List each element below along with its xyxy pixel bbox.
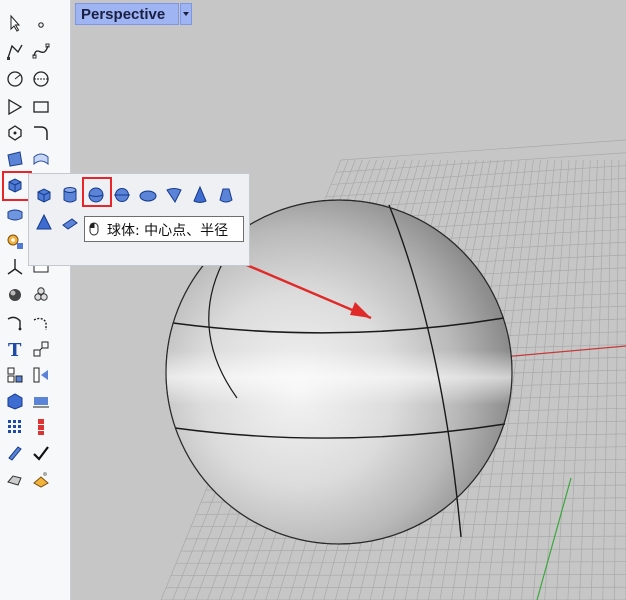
boolean-icon[interactable] — [4, 256, 26, 278]
sphere-two-point-icon[interactable] — [111, 184, 133, 206]
render-icon[interactable] — [30, 364, 52, 386]
check-icon[interactable] — [30, 442, 52, 464]
polygon-icon[interactable] — [4, 122, 26, 144]
ellipse-icon[interactable] — [30, 68, 52, 90]
truncated-cone-icon[interactable] — [215, 184, 237, 206]
display-icon[interactable] — [30, 416, 52, 438]
rectangle-icon[interactable] — [30, 96, 52, 118]
text-icon[interactable] — [4, 312, 26, 334]
cone-icon[interactable] — [189, 184, 211, 206]
viewport-scene — [98, 139, 626, 600]
box-icon[interactable] — [33, 184, 55, 206]
chevron-down-icon — [183, 12, 189, 16]
paint-icon[interactable] — [30, 468, 52, 490]
grid-line — [340, 139, 626, 161]
paraboloid-icon[interactable] — [163, 184, 185, 206]
svg-text:T: T — [8, 340, 22, 359]
tab-dropdown-button[interactable] — [180, 3, 192, 25]
analyze-icon[interactable] — [4, 416, 26, 438]
material-icon[interactable] — [4, 442, 26, 464]
command-tooltip: 球体: 中心点、半径 — [84, 216, 244, 242]
grid-line — [614, 159, 620, 600]
fillet-curve-icon[interactable] — [30, 122, 52, 144]
polyline-icon[interactable] — [4, 40, 26, 62]
curve-from-objects-icon[interactable] — [4, 284, 26, 306]
curve-icon[interactable] — [30, 40, 52, 62]
tab-perspective[interactable]: Perspective — [75, 3, 179, 25]
mesh-icon[interactable] — [4, 204, 26, 226]
point-icon[interactable] — [30, 12, 52, 34]
transform-icon[interactable] — [4, 230, 26, 252]
light-icon[interactable] — [4, 468, 26, 490]
sphere-button-highlight — [82, 177, 112, 207]
wedge-icon[interactable] — [59, 212, 81, 234]
layer-icon[interactable] — [4, 364, 26, 386]
surface-from-points-icon[interactable] — [4, 148, 26, 170]
cylinder-icon[interactable] — [59, 184, 81, 206]
pyramid-icon[interactable] — [33, 212, 55, 234]
grid-line — [602, 159, 613, 600]
left-toolbar: T — [0, 0, 71, 600]
grid-line — [590, 159, 605, 600]
loft-surface-icon[interactable] — [30, 148, 52, 170]
snap-icon[interactable] — [30, 390, 52, 412]
dimension-icon[interactable] — [30, 284, 52, 306]
select-icon[interactable] — [4, 12, 26, 34]
annotation-icon[interactable] — [30, 312, 52, 334]
tooltip-text: 球体: 中心点、半径 — [107, 223, 229, 239]
text-object-icon[interactable]: T — [4, 338, 26, 360]
perspective-viewport[interactable] — [71, 0, 626, 600]
mouse-icon — [89, 222, 99, 236]
grid-icon[interactable] — [4, 390, 26, 412]
group-icon[interactable] — [30, 338, 52, 360]
grid-line — [579, 159, 598, 600]
circle-icon[interactable] — [4, 68, 26, 90]
y-axis-line — [536, 477, 572, 600]
tab-perspective-label: Perspective — [81, 6, 166, 23]
grid-line — [532, 159, 570, 600]
ellipsoid-icon[interactable] — [137, 184, 159, 206]
arc-icon[interactable] — [4, 96, 26, 118]
